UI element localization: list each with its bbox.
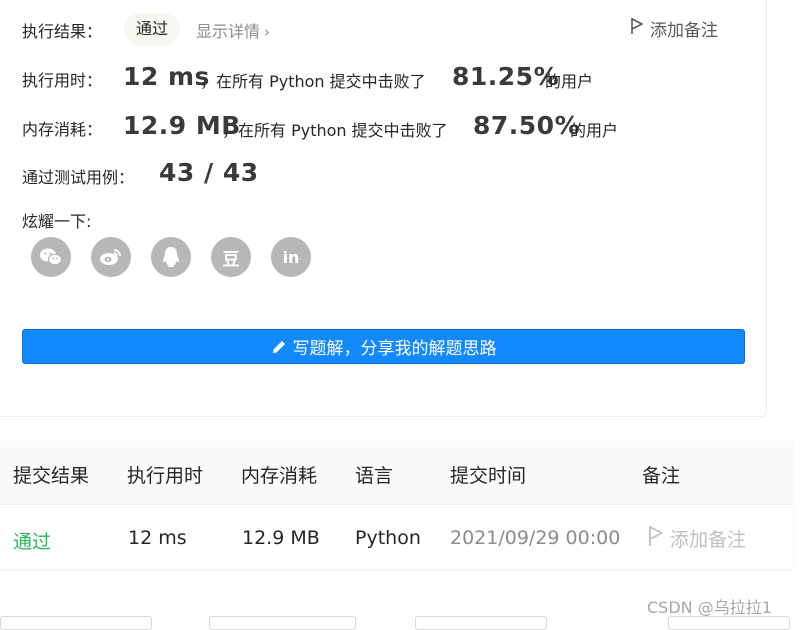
status-badge: 通过 xyxy=(124,13,181,45)
flag-icon xyxy=(648,525,664,552)
linkedin-icon[interactable]: in xyxy=(271,237,311,277)
runtime-suffix: 的用户 xyxy=(545,72,594,91)
qq-icon[interactable] xyxy=(151,237,191,277)
result-card: 执行结果： 通过 显示详情 › 添加备注 执行用时： 12 ms ，在所有 Pyt… xyxy=(0,0,767,417)
pager-button[interactable] xyxy=(0,616,152,630)
runtime-value: 12 ms xyxy=(123,62,210,91)
header-runtime: 执行用时 xyxy=(127,465,204,487)
row-runtime: 12 ms xyxy=(128,527,187,549)
runtime-text: ，在所有 Python 提交中击败了 xyxy=(200,72,426,91)
show-details-link[interactable]: 显示详情 › xyxy=(196,18,270,42)
flag-icon xyxy=(630,17,644,40)
header-status: 提交结果 xyxy=(13,465,90,487)
memory-percent: 87.50% xyxy=(473,111,581,140)
result-label: 执行结果： xyxy=(22,22,103,41)
tests-value: 43 / 43 xyxy=(159,158,259,187)
header-note: 备注 xyxy=(642,465,681,487)
douban-icon[interactable]: 豆 xyxy=(211,237,251,277)
douban-glyph: 豆 xyxy=(222,249,240,270)
tests-label: 通过测试用例： xyxy=(22,168,135,187)
show-details-label: 显示详情 xyxy=(196,22,261,41)
write-solution-label: 写题解，分享我的解题思路 xyxy=(292,339,497,359)
pager-button[interactable] xyxy=(415,616,547,630)
memory-suffix: 的用户 xyxy=(570,121,619,140)
memory-label: 内存消耗： xyxy=(22,120,103,139)
memory-text: ，在所有 Python 提交中击败了 xyxy=(222,121,448,140)
table-header: 提交结果 执行用时 内存消耗 语言 提交时间 备注 xyxy=(0,441,793,505)
header-memory: 内存消耗 xyxy=(241,465,318,487)
runtime-percent: 81.25% xyxy=(452,62,560,91)
add-note-button[interactable]: 添加备注 xyxy=(630,16,718,41)
watermark: CSDN @乌拉拉1 xyxy=(647,598,772,617)
chevron-right-icon: › xyxy=(264,23,271,41)
runtime-label: 执行用时： xyxy=(22,71,103,90)
row-language: Python xyxy=(355,527,421,549)
pager-button[interactable] xyxy=(209,616,356,630)
row-submit-time: 2021/09/29 00:00 xyxy=(450,527,621,549)
share-label: 炫耀一下: xyxy=(22,212,92,231)
wechat-icon[interactable] xyxy=(31,237,71,277)
weibo-icon[interactable] xyxy=(91,237,131,277)
row-status-link[interactable]: 通过 xyxy=(13,527,51,554)
row-add-note-button[interactable]: 添加备注 xyxy=(648,525,746,552)
row-memory: 12.9 MB xyxy=(242,527,320,549)
pager-button[interactable] xyxy=(668,616,790,630)
add-note-label: 添加备注 xyxy=(650,21,718,41)
row-add-note-label: 添加备注 xyxy=(670,529,747,551)
pencil-icon xyxy=(271,339,287,355)
linkedin-glyph: in xyxy=(282,247,300,267)
write-solution-button[interactable]: 写题解，分享我的解题思路 xyxy=(22,329,745,364)
header-submit-time: 提交时间 xyxy=(450,465,527,487)
header-language: 语言 xyxy=(355,465,394,487)
